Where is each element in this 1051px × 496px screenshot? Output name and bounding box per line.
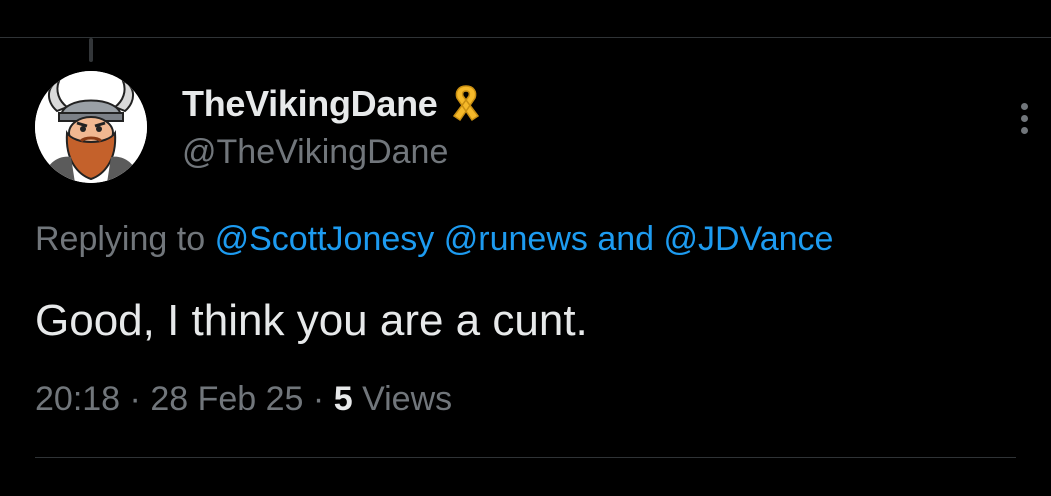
- avatar[interactable]: [35, 71, 147, 183]
- tweet-page: TheVikingDane @TheVikingDane Replying to…: [0, 0, 1051, 496]
- bottom-divider: [35, 457, 1016, 458]
- tweet-time[interactable]: 20:18: [35, 380, 120, 418]
- mention-link[interactable]: @runews: [444, 220, 588, 258]
- author-handle[interactable]: @TheVikingDane: [182, 130, 448, 174]
- tweet-date[interactable]: 28 Feb 25: [150, 380, 303, 418]
- replying-to-prefix: Replying to: [35, 220, 206, 258]
- meta-separator: ·: [129, 380, 141, 418]
- author-name-row: TheVikingDane: [182, 82, 486, 126]
- yellow-ribbon-icon: [446, 82, 486, 126]
- thread-connector-line: [89, 38, 93, 62]
- more-options-button[interactable]: [1010, 98, 1038, 138]
- more-vertical-icon: [1020, 102, 1028, 110]
- views-count[interactable]: 5: [334, 380, 353, 418]
- mention-conjunction[interactable]: and: [597, 220, 654, 258]
- meta-separator: ·: [312, 380, 325, 418]
- tweet-meta: 20:18 · 28 Feb 25 · 5 Views: [35, 375, 452, 423]
- author-display-name[interactable]: TheVikingDane: [182, 82, 438, 126]
- viking-avatar-icon: [35, 71, 147, 183]
- mention-link[interactable]: @JDVance: [664, 220, 834, 258]
- tweet-text: Good, I think you are a cunt.: [35, 296, 588, 345]
- more-dot: [1020, 126, 1028, 134]
- views-label[interactable]: Views: [362, 380, 452, 418]
- mention-link[interactable]: @ScottJonesy: [215, 220, 435, 258]
- more-dot: [1020, 114, 1028, 122]
- replying-to-line: Replying to @ScottJonesy @runews and @JD…: [35, 215, 833, 263]
- top-divider: [0, 37, 1051, 38]
